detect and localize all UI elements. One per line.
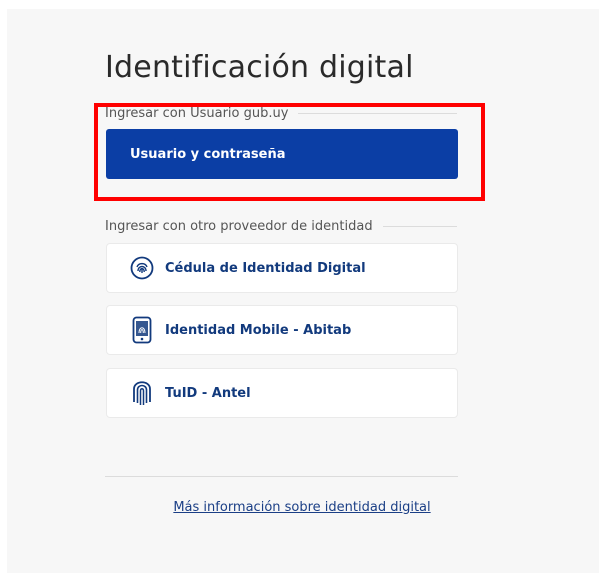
page-title: Identificación digital: [105, 50, 414, 85]
provider-label: Identidad Mobile - Abitab: [165, 322, 352, 338]
footer-divider: [105, 476, 458, 477]
other-provider-section-label: Ingresar con otro proveedor de identidad: [105, 219, 457, 234]
cedula-digital-button[interactable]: Cédula de Identidad Digital: [106, 243, 458, 293]
fingerprint-circle-icon: [129, 253, 155, 283]
highlight-box: [94, 103, 485, 201]
mobile-fingerprint-icon: [129, 315, 155, 345]
identidad-mobile-abitab-button[interactable]: Identidad Mobile - Abitab: [106, 305, 458, 355]
provider-label: Cédula de Identidad Digital: [165, 260, 366, 276]
more-info-link[interactable]: Más información sobre identidad digital: [173, 500, 430, 515]
more-info: Más información sobre identidad digital: [0, 496, 604, 515]
other-provider-section-label-text: Ingresar con otro proveedor de identidad: [105, 219, 373, 234]
provider-label: TuID - Antel: [165, 385, 251, 401]
section-divider: [382, 226, 457, 227]
tuid-antel-button[interactable]: TuID - Antel: [106, 368, 458, 418]
fingerprint-icon: [129, 378, 155, 408]
